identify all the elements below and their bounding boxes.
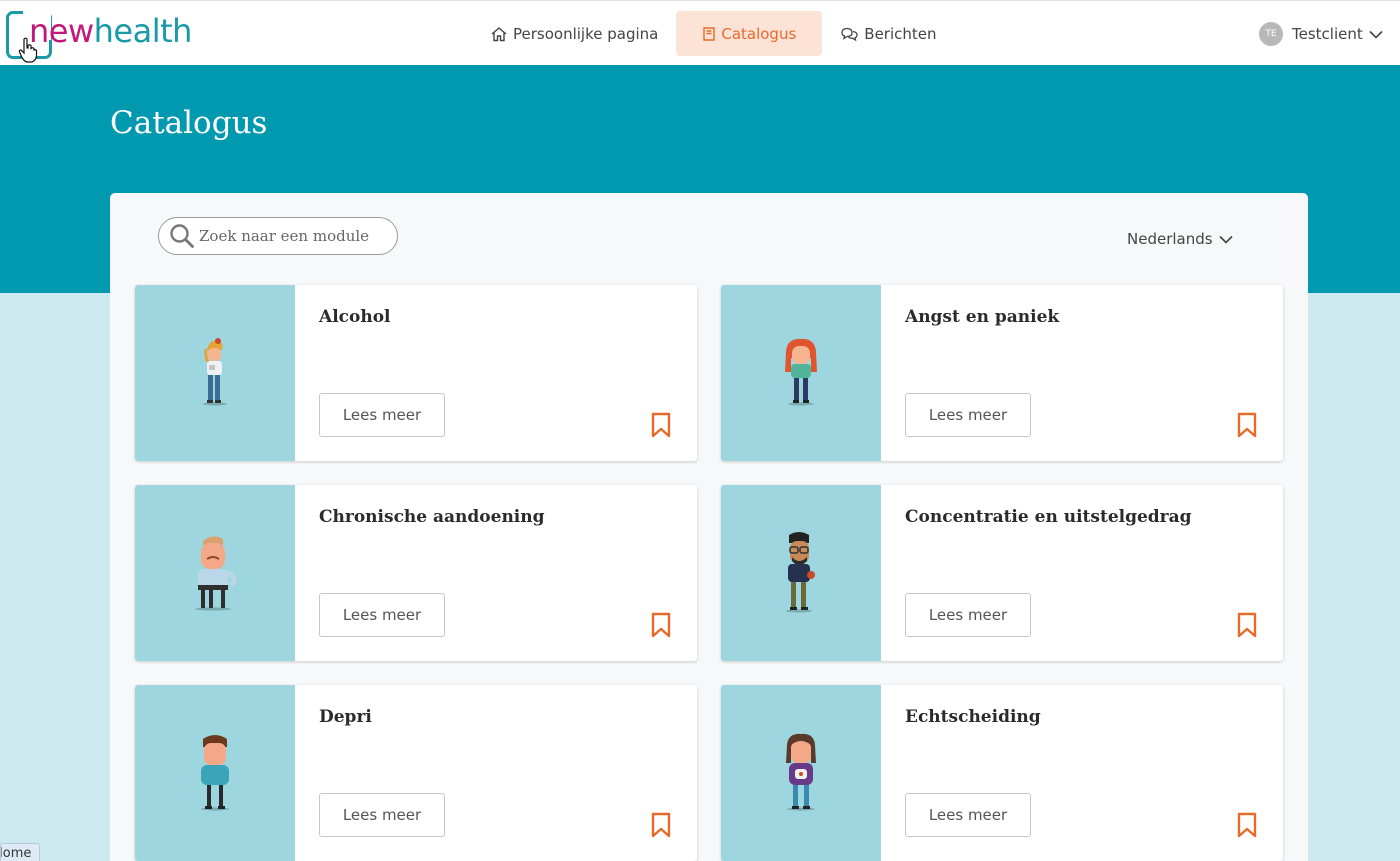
home-tab[interactable]: Home [0, 843, 40, 861]
chevron-down-icon [1369, 30, 1383, 39]
module-image [721, 285, 881, 461]
character-illustration-icon [786, 532, 815, 613]
lees-meer-button[interactable]: Lees meer [319, 793, 445, 837]
logo-text-health: health [93, 12, 193, 50]
module-image [135, 485, 295, 661]
book-icon [703, 26, 716, 41]
chat-icon [841, 27, 858, 41]
character-illustration-icon [201, 735, 229, 811]
bookmark-icon[interactable] [651, 812, 671, 838]
nav-persoonlijke-pagina[interactable]: Persoonlijke pagina [478, 11, 670, 56]
avatar: TE [1259, 22, 1283, 46]
language-select[interactable]: Nederlands [1127, 230, 1233, 248]
nav-label: Berichten [864, 24, 937, 43]
module-title: Angst en paniek [905, 307, 1060, 327]
home-icon [491, 26, 507, 41]
main-navigation: Persoonlijke pagina Catalogus Berichten [478, 11, 955, 56]
top-navigation-bar: newhealth Persoonlijke pagina Catalogus … [0, 0, 1400, 65]
hand-cursor-icon [18, 37, 38, 63]
bookmark-icon[interactable] [1237, 612, 1257, 638]
lees-meer-button[interactable]: Lees meer [905, 793, 1031, 837]
user-name: Testclient [1292, 25, 1363, 43]
module-image [135, 285, 295, 461]
search-input[interactable] [199, 227, 379, 245]
module-card-echtscheiding: Echtscheiding Lees meer [721, 685, 1283, 861]
nav-label: Persoonlijke pagina [513, 24, 659, 43]
chevron-down-icon [1219, 235, 1233, 244]
bookmark-icon[interactable] [1237, 812, 1257, 838]
bookmark-icon[interactable] [1237, 412, 1257, 438]
character-illustration-icon [195, 536, 237, 611]
user-menu[interactable]: TE Testclient [1259, 22, 1383, 46]
character-illustration-icon [203, 338, 227, 406]
lees-meer-button[interactable]: Lees meer [319, 593, 445, 637]
module-card-concentratie-en-uitstelgedrag: Concentratie en uitstelgedrag Lees meer [721, 485, 1283, 661]
character-illustration-icon [785, 338, 817, 406]
lees-meer-button[interactable]: Lees meer [905, 593, 1031, 637]
module-title: Chronische aandoening [319, 507, 545, 527]
bookmark-icon[interactable] [651, 412, 671, 438]
language-selected: Nederlands [1127, 230, 1213, 248]
nav-label: Catalogus [721, 24, 797, 43]
character-illustration-icon [786, 733, 816, 811]
module-card-alcohol: Alcohol Lees meer [135, 285, 697, 461]
module-title: Alcohol [319, 307, 391, 327]
module-card-angst-en-paniek: Angst en paniek Lees meer [721, 285, 1283, 461]
module-image [721, 685, 881, 861]
module-image [135, 685, 295, 861]
module-card-depri: Depri Lees meer [135, 685, 697, 861]
page-title: Catalogus [110, 105, 268, 141]
bookmark-icon[interactable] [651, 612, 671, 638]
nav-berichten[interactable]: Berichten [828, 11, 948, 56]
search-icon [170, 224, 194, 248]
module-card-chronische-aandoening: Chronische aandoening Lees meer [135, 485, 697, 661]
search-box[interactable] [158, 217, 398, 255]
module-image [721, 485, 881, 661]
module-title: Concentratie en uitstelgedrag [905, 507, 1192, 527]
lees-meer-button[interactable]: Lees meer [319, 393, 445, 437]
module-title: Echtscheiding [905, 707, 1041, 727]
module-title: Depri [319, 707, 372, 727]
newhealth-logo[interactable]: newhealth [4, 9, 204, 63]
lees-meer-button[interactable]: Lees meer [905, 393, 1031, 437]
nav-catalogus[interactable]: Catalogus [676, 11, 823, 56]
logo-text-new: new [29, 12, 94, 50]
